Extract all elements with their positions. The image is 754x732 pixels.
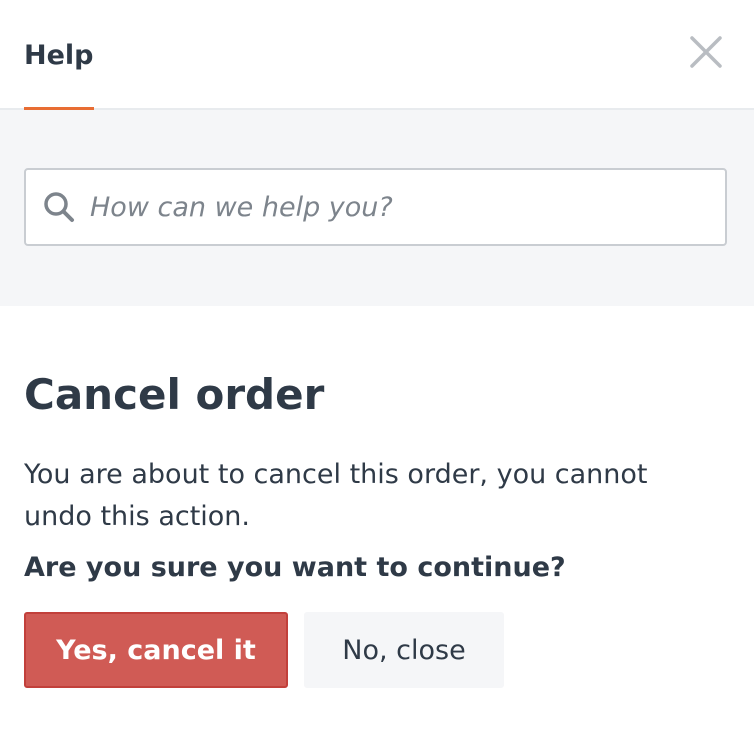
search-section [0, 110, 754, 306]
dialog-title: Cancel order [24, 370, 325, 419]
search-icon [44, 192, 74, 222]
confirm-cancel-button[interactable]: Yes, cancel it [24, 612, 288, 688]
dialog-actions: Yes, cancel it No, close [24, 612, 730, 688]
search-box[interactable] [24, 168, 727, 246]
close-icon [690, 36, 722, 68]
tab-help[interactable]: Help [24, 0, 94, 110]
tab-help-label: Help [24, 40, 94, 71]
close-button[interactable] [688, 34, 724, 70]
search-input[interactable] [90, 191, 690, 223]
help-header: Help [0, 0, 754, 110]
dialog-message: You are about to cancel this order, you … [24, 459, 648, 532]
cancel-order-dialog: Cancel order You are about to cancel thi… [0, 370, 754, 688]
close-dialog-button[interactable]: No, close [304, 612, 504, 688]
dialog-question: Are you sure you want to continue? [24, 552, 566, 583]
